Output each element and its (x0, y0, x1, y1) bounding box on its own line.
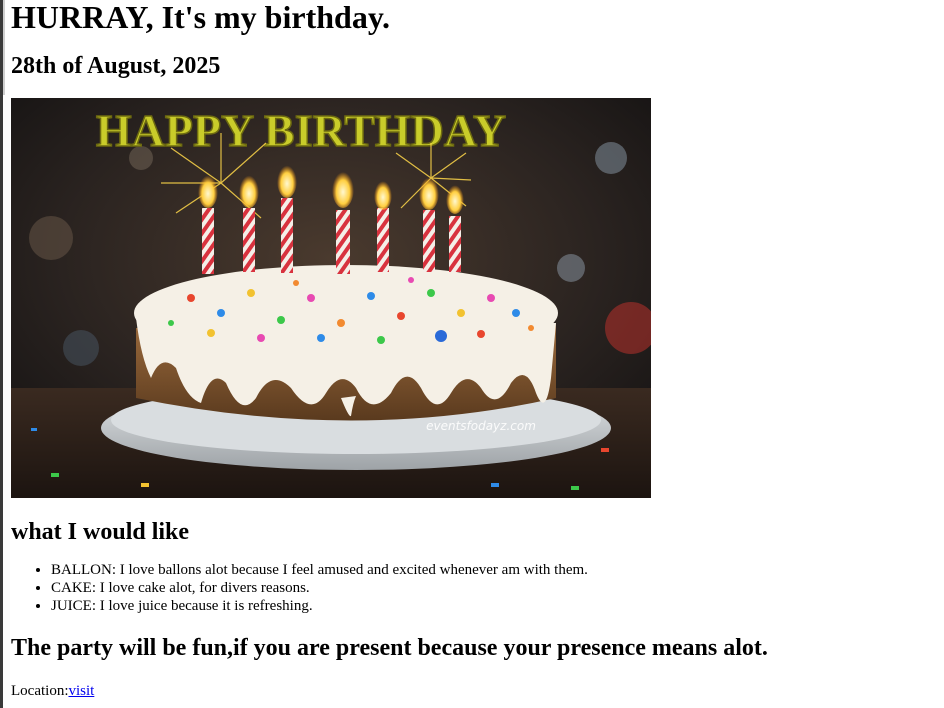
location-label: Location: (11, 683, 69, 699)
left-border-highlight (3, 0, 5, 95)
page-title: HURRAY, It's my birthday. (11, 0, 391, 35)
wishlist: BALLON: I love ballons alot because I fe… (11, 561, 936, 615)
birthday-date: 28th of August, 2025 (11, 53, 221, 79)
list-item: JUICE: I love juice because it is refres… (51, 597, 936, 615)
page-content: HURRAY, It's my birthday. 28th of August… (11, 0, 936, 700)
location-line: Location:visit (11, 682, 936, 700)
left-border (0, 0, 3, 708)
list-item: CAKE: I love cake alot, for divers reaso… (51, 579, 936, 597)
banner-text: HAPPY BIRTHDAY (96, 105, 506, 156)
list-item: BALLON: I love ballons alot because I fe… (51, 561, 936, 579)
image-watermark: eventsfodayz.com (426, 419, 536, 433)
wishlist-title: what I would like (11, 519, 190, 545)
party-message: The party will be fun,if you are present… (11, 635, 768, 661)
location-link[interactable]: visit (68, 683, 94, 699)
birthday-cake-image: HAPPY BIRTHDAY eventsfodayz.com (11, 98, 651, 498)
